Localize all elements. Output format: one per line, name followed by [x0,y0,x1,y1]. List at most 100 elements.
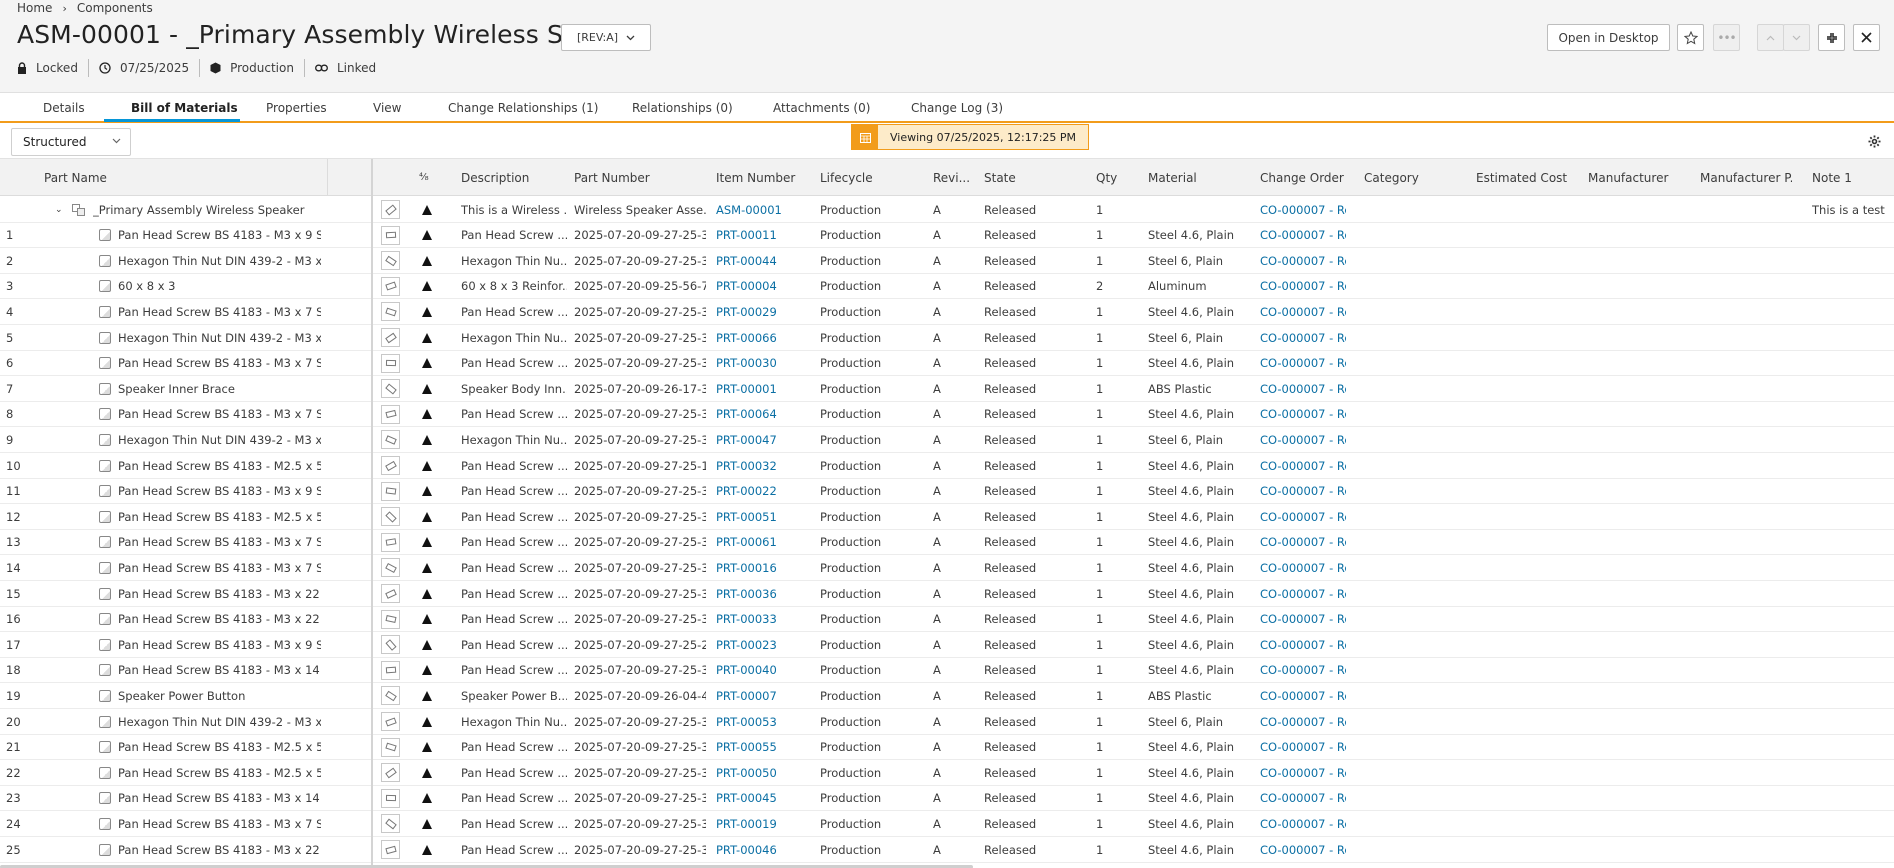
change-order-cell[interactable]: CO-000007 - Re [1260,658,1346,683]
part-thumbnail[interactable] [381,840,400,859]
part-thumbnail[interactable] [381,481,400,501]
part-thumbnail[interactable] [381,584,400,603]
change-order-cell[interactable]: CO-000007 - Re [1260,735,1346,760]
table-row[interactable]: 3 60 x 8 x 3 60 x 8 x 3 Reinfor... 2025-07-… [0,274,1894,300]
item-number-cell[interactable]: PRT-00030 [716,351,816,376]
change-order-cell[interactable]: CO-000007 - Re [1260,683,1346,708]
part-thumbnail[interactable] [381,200,400,219]
part-name-cell[interactable]: _Primary Assembly Wireless Speaker [93,197,323,222]
item-number-cell[interactable]: PRT-00023 [716,632,816,657]
col-estimated-cost[interactable]: Estimated Cost [1476,159,1586,196]
table-row[interactable]: 17 Pan Head Screw BS 4183 - M3 x 9 Steel P… [0,632,1894,658]
change-order-cell[interactable]: CO-000007 - Re [1260,325,1346,350]
tab-attachments[interactable]: Attachments (0) [773,93,870,122]
item-number-cell[interactable]: PRT-00066 [716,325,816,350]
col-material[interactable]: Material [1148,159,1248,196]
part-thumbnail[interactable] [381,379,400,399]
part-thumbnail[interactable] [381,814,400,834]
col-note-1[interactable]: Note 1 [1812,159,1892,196]
part-name-cell[interactable]: Pan Head Screw BS 4183 - M3 x 22 Stee [118,581,321,606]
item-number-cell[interactable]: PRT-00011 [716,223,816,248]
part-thumbnail[interactable] [381,788,400,808]
item-number-cell[interactable]: PRT-00046 [716,837,816,862]
change-order-cell[interactable]: CO-000007 - Re [1260,479,1346,504]
part-thumbnail[interactable] [381,456,400,475]
change-order-cell[interactable]: CO-000007 - Re [1260,197,1346,222]
part-name-cell[interactable]: Speaker Power Button [118,683,321,708]
revision-dropdown[interactable]: [REV:A] [561,24,651,51]
change-order-cell[interactable]: CO-000007 - Re [1260,530,1346,555]
open-in-desktop-button[interactable]: Open in Desktop [1547,24,1670,51]
col-manufacturer[interactable]: Manufacturer [1588,159,1688,196]
part-thumbnail[interactable] [381,225,400,245]
col-item-number[interactable]: Item Number [716,159,816,196]
previous-item-button[interactable] [1757,24,1784,51]
tab-change-relationships[interactable]: Change Relationships (1) [448,93,599,122]
change-order-cell[interactable]: CO-000007 - Re [1260,299,1346,324]
col-lifecycle[interactable]: Lifecycle [820,159,920,196]
part-name-cell[interactable]: Pan Head Screw BS 4183 - M3 x 7 Steel [118,402,321,427]
table-row[interactable]: 7 Speaker Inner Brace Speaker Body Inn... 2… [0,376,1894,402]
item-number-cell[interactable]: PRT-00040 [716,658,816,683]
tab-relationships[interactable]: Relationships (0) [632,93,733,122]
part-thumbnail[interactable] [381,737,400,757]
table-row[interactable]: 25 Pan Head Screw BS 4183 - M3 x 22 Stee P… [0,837,1894,863]
part-thumbnail[interactable] [381,686,400,706]
col-qty[interactable]: Qty [1096,159,1136,196]
item-number-cell[interactable]: PRT-00033 [716,607,816,632]
part-thumbnail[interactable] [381,558,400,578]
change-order-cell[interactable]: CO-000007 - Re [1260,453,1346,478]
part-name-cell[interactable]: Pan Head Screw BS 4183 - M3 x 7 Steel [118,530,321,555]
part-thumbnail[interactable] [381,302,400,322]
table-row[interactable]: 22 Pan Head Screw BS 4183 - M2.5 x 5 Ste P… [0,760,1894,786]
part-thumbnail[interactable] [381,532,400,552]
gear-icon[interactable] [1868,135,1881,148]
table-row[interactable]: 23 Pan Head Screw BS 4183 - M3 x 14 Stee P… [0,786,1894,812]
part-name-cell[interactable]: Pan Head Screw BS 4183 - M3 x 7 Steel [118,811,321,836]
part-name-cell[interactable]: Pan Head Screw BS 4183 - M3 x 7 Steel [118,299,321,324]
change-order-cell[interactable]: CO-000007 - Re [1260,555,1346,580]
more-actions-button[interactable]: ••• [1713,24,1740,51]
part-thumbnail[interactable] [381,328,400,347]
item-number-cell[interactable]: ASM-00001 [716,197,816,222]
item-number-cell[interactable]: PRT-00051 [716,504,816,529]
part-thumbnail[interactable] [381,251,400,271]
tab-bill-of-materials[interactable]: Bill of Materials [131,93,238,122]
col-revision[interactable]: Revi... [933,159,973,196]
table-row[interactable]: 9 Hexagon Thin Nut DIN 439-2 - M3 x 0.5 He… [0,427,1894,453]
table-row[interactable]: 18 Pan Head Screw BS 4183 - M3 x 14 Stee P… [0,658,1894,684]
part-name-cell[interactable]: Pan Head Screw BS 4183 - M3 x 7 Steel [118,555,321,580]
viewing-date-banner[interactable]: Viewing 07/25/2025, 12:17:25 PM [851,124,1090,150]
part-thumbnail[interactable] [381,430,400,450]
item-number-cell[interactable]: PRT-00001 [716,376,816,401]
part-thumbnail[interactable] [381,660,400,680]
part-name-cell[interactable]: 60 x 8 x 3 [118,274,321,299]
change-order-cell[interactable]: CO-000007 - Re [1260,837,1346,862]
part-thumbnail[interactable] [381,609,400,629]
part-name-cell[interactable]: Pan Head Screw BS 4183 - M2.5 x 5 Ste [118,735,321,760]
item-number-cell[interactable]: PRT-00053 [716,709,816,734]
tab-properties[interactable]: Properties [266,93,327,122]
item-number-cell[interactable]: PRT-00004 [716,274,816,299]
part-name-cell[interactable]: Pan Head Screw BS 4183 - M3 x 9 Steel [118,223,321,248]
part-thumbnail[interactable] [381,353,400,373]
table-row[interactable]: 10 Pan Head Screw BS 4183 - M2.5 x 5 Ste P… [0,453,1894,479]
item-number-cell[interactable]: PRT-00029 [716,299,816,324]
item-number-cell[interactable]: PRT-00055 [716,735,816,760]
change-order-cell[interactable]: CO-000007 - Re [1260,427,1346,452]
change-order-cell[interactable]: CO-000007 - Re [1260,811,1346,836]
table-row[interactable]: 8 Pan Head Screw BS 4183 - M3 x 7 Steel Pa… [0,402,1894,428]
table-row[interactable]: 20 Hexagon Thin Nut DIN 439-2 - M3 x 0.5 H… [0,709,1894,735]
view-mode-select[interactable]: Structured [11,128,131,156]
change-order-cell[interactable]: CO-000007 - Re [1260,632,1346,657]
col-change-order[interactable]: Change Order [1260,159,1360,196]
table-row[interactable]: 19 Speaker Power Button Speaker Power B...… [0,683,1894,709]
favorite-button[interactable] [1677,24,1704,51]
item-number-cell[interactable]: PRT-00050 [716,760,816,785]
item-number-cell[interactable]: PRT-00064 [716,402,816,427]
table-row[interactable]: 2 Hexagon Thin Nut DIN 439-2 - M3 x 0.5 He… [0,248,1894,274]
table-row[interactable]: 1 Pan Head Screw BS 4183 - M3 x 9 Steel Pa… [0,223,1894,249]
table-row[interactable]: 24 Pan Head Screw BS 4183 - M3 x 7 Steel P… [0,811,1894,837]
change-order-cell[interactable]: CO-000007 - Re [1260,504,1346,529]
part-name-cell[interactable]: Pan Head Screw BS 4183 - M3 x 22 Stee [118,837,321,862]
